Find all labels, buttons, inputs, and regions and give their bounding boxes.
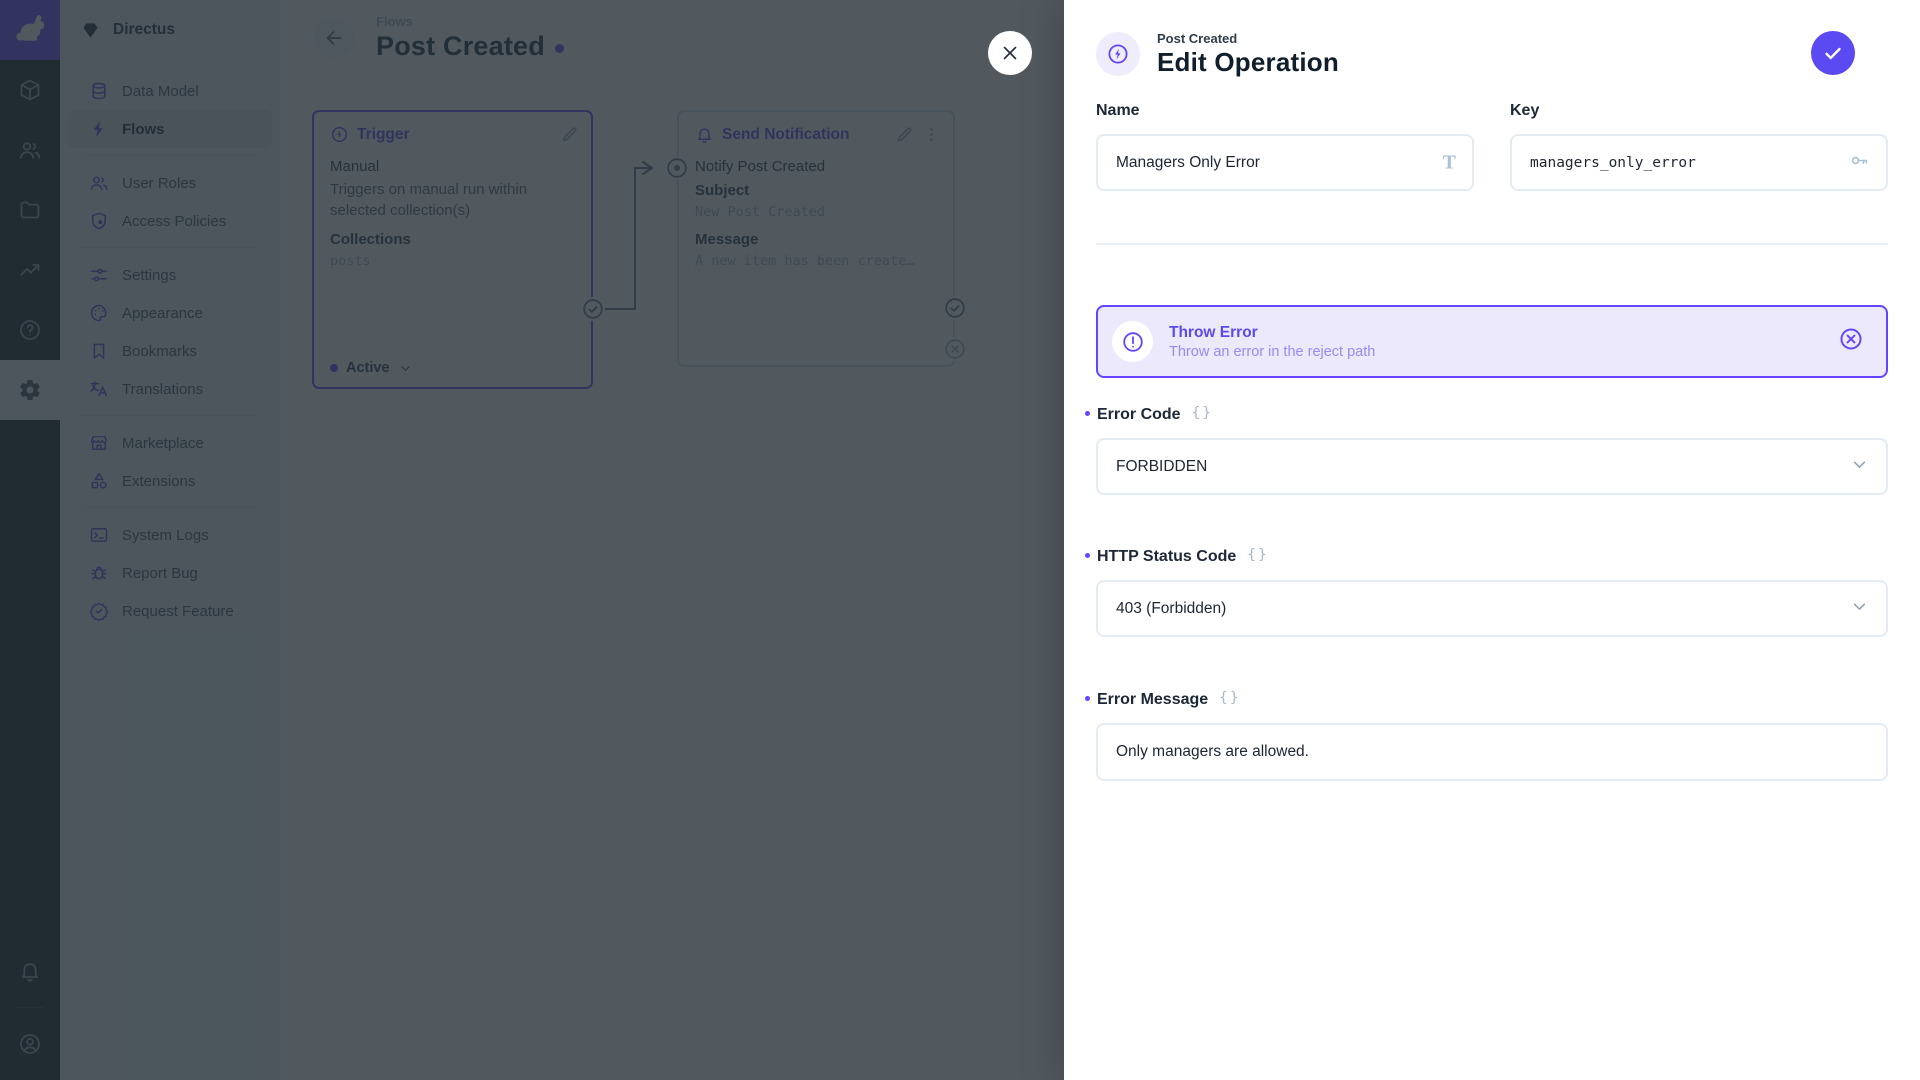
modal-overlay[interactable] xyxy=(0,0,1064,1080)
error-message-value: Only managers are allowed. xyxy=(1116,743,1309,761)
error-code-label: Error Code {} xyxy=(1096,406,1888,424)
key-value: managers_only_error xyxy=(1530,155,1696,171)
error-message-textarea[interactable]: Only managers are allowed. xyxy=(1096,723,1888,781)
key-label: Key xyxy=(1510,102,1888,120)
error-code-select[interactable]: FORBIDDEN xyxy=(1096,438,1888,495)
required-dot xyxy=(1085,411,1090,416)
name-input[interactable]: Managers Only Error T xyxy=(1096,134,1474,191)
error-circle-icon xyxy=(1121,330,1145,354)
header-divider xyxy=(1096,243,1888,245)
required-dot xyxy=(1085,696,1090,701)
drawer-close-button[interactable] xyxy=(988,31,1032,75)
http-status-field-group: HTTP Status Code {} 403 (Forbidden) xyxy=(1096,548,1888,637)
drawer-content: Name Managers Only Error T Key managers_… xyxy=(1096,0,1888,1080)
error-code-value: FORBIDDEN xyxy=(1116,458,1207,476)
http-status-value: 403 (Forbidden) xyxy=(1116,600,1226,618)
operation-type-description: Throw an error in the reject path xyxy=(1169,344,1375,360)
chevron-down-icon xyxy=(1849,454,1870,480)
error-message-label: Error Message {} xyxy=(1096,691,1888,709)
error-circle-badge xyxy=(1112,321,1153,362)
key-input[interactable]: managers_only_error xyxy=(1510,134,1888,191)
key-field-group: Key managers_only_error xyxy=(1510,102,1888,191)
name-value: Managers Only Error xyxy=(1116,154,1260,172)
operation-type-title: Throw Error xyxy=(1169,324,1375,342)
name-field-group: Name Managers Only Error T xyxy=(1096,102,1474,191)
http-status-label: HTTP Status Code {} xyxy=(1096,548,1888,566)
http-status-select[interactable]: 403 (Forbidden) xyxy=(1096,580,1888,637)
raw-value-toggle-icon[interactable]: {} xyxy=(1247,547,1268,563)
error-message-field-group: Error Message {} Only managers are allow… xyxy=(1096,691,1888,781)
error-code-field-group: Error Code {} FORBIDDEN xyxy=(1096,406,1888,495)
required-dot xyxy=(1085,553,1090,558)
raw-value-toggle-icon[interactable]: {} xyxy=(1219,690,1240,706)
circle-x-icon xyxy=(1838,326,1864,352)
raw-value-toggle-icon[interactable]: {} xyxy=(1192,405,1213,421)
deselect-operation-button[interactable] xyxy=(1838,326,1864,357)
title-formatter-icon: T xyxy=(1443,151,1456,174)
operation-type-card[interactable]: Throw Error Throw an error in the reject… xyxy=(1096,305,1888,378)
key-icon xyxy=(1849,150,1870,176)
name-label: Name xyxy=(1096,102,1474,120)
edit-operation-drawer: Post Created Edit Operation Name Manager… xyxy=(1064,0,1920,1080)
close-icon xyxy=(999,42,1021,64)
directus-app: Directus Data ModelFlowsUser RolesAccess… xyxy=(0,0,1920,1080)
chevron-down-icon xyxy=(1849,596,1870,622)
